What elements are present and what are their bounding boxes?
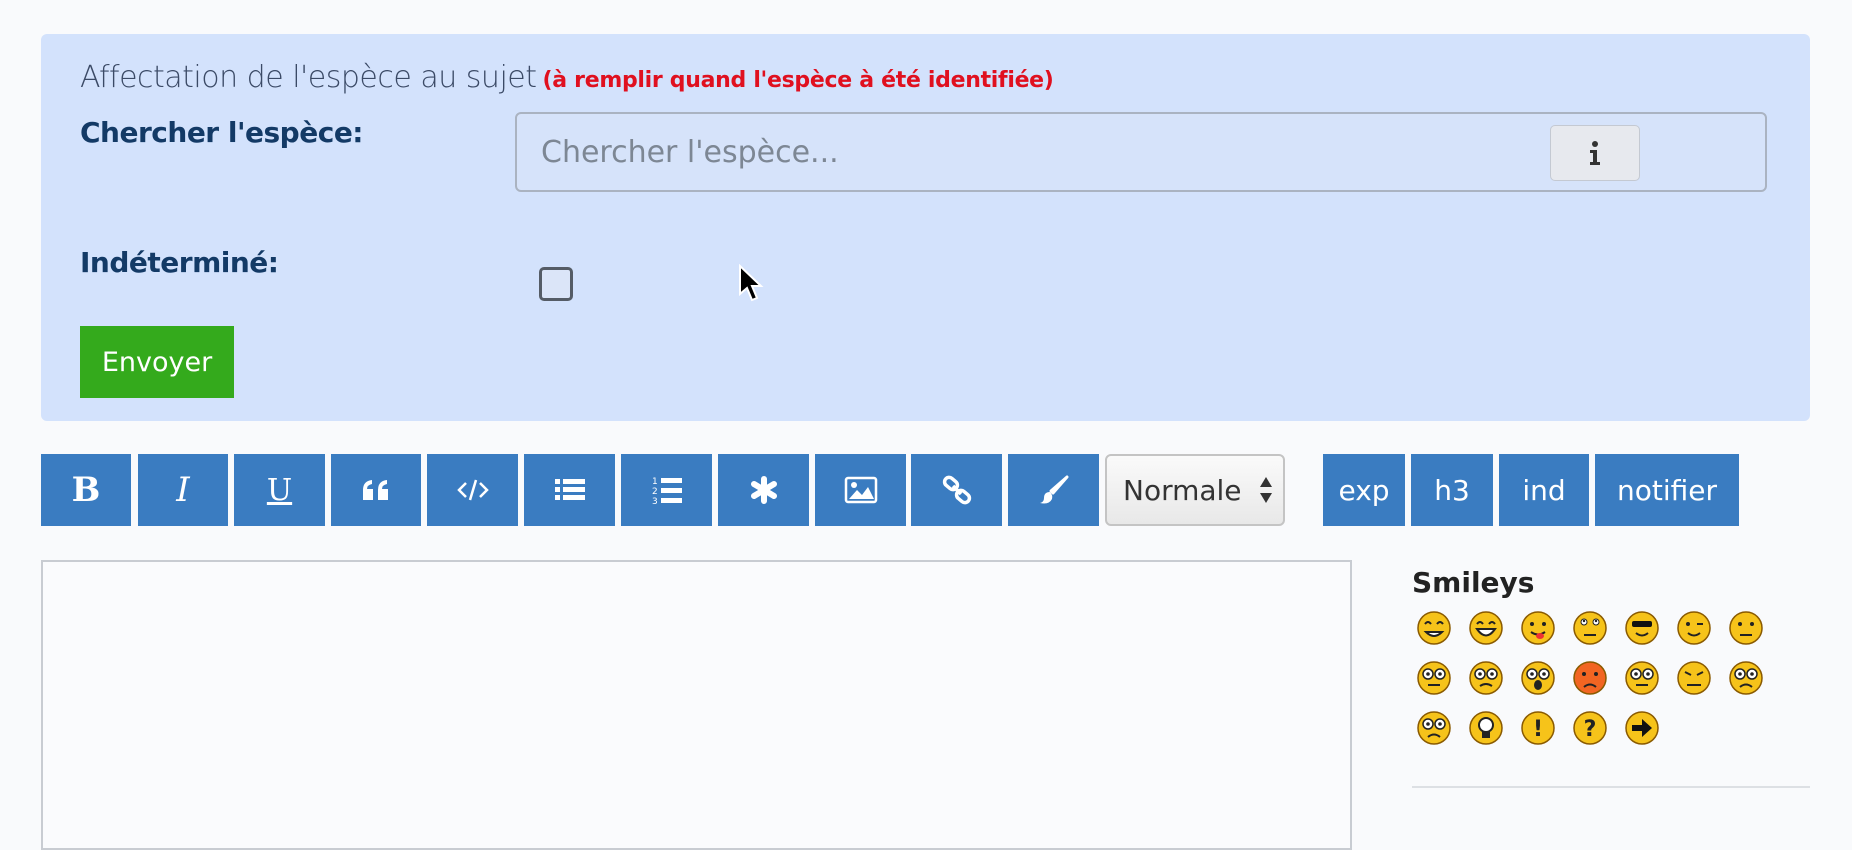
ordered-list-button[interactable]: 1 2 3	[621, 454, 712, 526]
species-search-input[interactable]	[517, 114, 1517, 190]
eyes-up-smiley-icon[interactable]	[1572, 610, 1608, 646]
panel-title-text: Affectation de l'espèce au sujet	[80, 60, 537, 95]
idea-smiley-icon[interactable]	[1468, 710, 1504, 746]
smileys-title: Smileys	[1412, 566, 1535, 599]
quote-icon	[363, 480, 388, 500]
italic-button[interactable]: I	[138, 454, 228, 526]
font-size-select-value: Normale	[1123, 473, 1242, 507]
submit-button[interactable]: Envoyer	[80, 326, 234, 398]
tongue-smiley-icon[interactable]	[1520, 610, 1556, 646]
list-icon	[554, 479, 585, 500]
asterisk-button[interactable]	[718, 454, 809, 526]
brush-icon	[1039, 475, 1068, 504]
wink-smiley-icon[interactable]	[1676, 610, 1712, 646]
panel-title: Affectation de l'espèce au sujet (à rempl…	[80, 60, 1054, 95]
angry-smiley-icon[interactable]	[1572, 660, 1608, 696]
svg-text:!: !	[1533, 717, 1543, 742]
font-size-select[interactable]: Normale	[1105, 454, 1285, 526]
ordered-list-icon: 1 2 3	[652, 477, 682, 505]
wince-smiley-icon[interactable]	[1676, 660, 1712, 696]
code-button[interactable]	[427, 454, 518, 526]
image-icon	[844, 476, 877, 504]
italic-icon: I	[176, 470, 190, 510]
nerd-smiley-icon[interactable]	[1624, 660, 1660, 696]
question-smiley-icon[interactable]: ?	[1572, 710, 1608, 746]
code-icon	[456, 479, 489, 501]
confused-smiley-icon[interactable]	[1468, 660, 1504, 696]
link-button[interactable]	[911, 454, 1002, 526]
exp-button[interactable]: exp	[1323, 454, 1405, 526]
ind-button[interactable]: ind	[1499, 454, 1589, 526]
mouse-cursor-icon	[739, 264, 764, 302]
image-button[interactable]	[815, 454, 906, 526]
panel-hint: (à remplir quand l'espèce à été identifi…	[542, 68, 1054, 93]
cool-smiley-icon[interactable]	[1624, 610, 1660, 646]
bold-icon: B	[71, 470, 101, 510]
svg-text:?: ?	[1584, 717, 1597, 742]
underline-button[interactable]: U	[234, 454, 325, 526]
grin-smiley-icon[interactable]	[1416, 610, 1452, 646]
sad-smiley-icon[interactable]	[1416, 710, 1452, 746]
asterisk-icon	[750, 476, 777, 504]
message-editor[interactable]	[41, 560, 1352, 850]
frown-smiley-icon[interactable]	[1728, 660, 1764, 696]
link-icon	[942, 475, 971, 505]
shocked-smiley-icon[interactable]	[1520, 660, 1556, 696]
laugh-smiley-icon[interactable]	[1468, 610, 1504, 646]
bold-button[interactable]: B	[41, 454, 131, 526]
underline-icon: U	[266, 472, 293, 508]
arrow-smiley-icon[interactable]	[1624, 710, 1660, 746]
svg-text:3: 3	[652, 497, 658, 505]
h3-button[interactable]: h3	[1411, 454, 1493, 526]
svg-text:2: 2	[652, 487, 658, 497]
neutral-smiley-icon[interactable]	[1728, 610, 1764, 646]
notifier-button[interactable]: notifier	[1595, 454, 1739, 526]
select-arrows-icon	[1260, 477, 1272, 503]
species-search-field	[515, 112, 1767, 192]
color-brush-button[interactable]	[1008, 454, 1099, 526]
divider	[1412, 786, 1810, 788]
info-icon	[1590, 141, 1600, 165]
rolleyes-smiley-icon[interactable]	[1416, 660, 1452, 696]
undetermined-checkbox[interactable]	[539, 267, 573, 301]
list-button[interactable]	[524, 454, 615, 526]
svg-text:1: 1	[652, 477, 658, 487]
quote-button[interactable]	[331, 454, 421, 526]
exclamation-smiley-icon[interactable]: !	[1520, 710, 1556, 746]
info-button[interactable]	[1550, 125, 1640, 181]
search-label: Chercher l'espèce:	[80, 116, 364, 149]
undetermined-label: Indéterminé:	[80, 246, 279, 279]
